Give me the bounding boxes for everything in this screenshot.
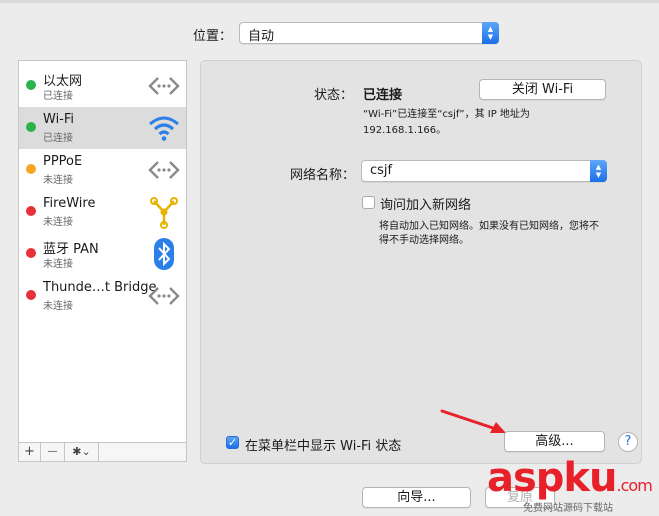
- ask-join-description-2: 得不手动选择网络。: [379, 235, 469, 246]
- service-item[interactable]: 以太网 已连接: [19, 65, 186, 107]
- network-name-label: 网络名称：: [290, 168, 356, 183]
- detail-panel: 状态： 已连接 关闭 Wi-Fi “Wi-Fi”已连接至“csjf”，其 IP …: [200, 60, 642, 464]
- turn-off-wifi-button[interactable]: 关闭 Wi-Fi: [479, 79, 606, 100]
- service-status: 已连接: [43, 133, 73, 144]
- ethernet-arrows-icon: [147, 279, 181, 313]
- popup-stepper-icon: ▲ ▼: [590, 160, 607, 182]
- location-popup[interactable]: 自动 ▲ ▼: [239, 22, 499, 44]
- service-name: FireWire: [43, 196, 96, 211]
- ask-join-label: 询问加入新网络: [380, 198, 472, 213]
- service-status: 未连接: [43, 301, 73, 312]
- site-watermark-logo: aspku.com 免费网站源码下载站: [487, 455, 659, 516]
- remove-service-button[interactable]: —: [41, 443, 65, 461]
- service-list: 以太网 已连接 Wi-Fi 已连接 PPPoE 未连接 FireWire 未连接 蓝牙 PAN 未…: [18, 60, 187, 462]
- status-dot-icon: [26, 164, 36, 174]
- service-item[interactable]: Thunde…t Bridge 未连接: [19, 275, 186, 317]
- status-label: 状态：: [314, 88, 354, 103]
- show-menubar-checkbox[interactable]: ✓: [226, 436, 239, 449]
- firewire-icon: [147, 195, 181, 229]
- show-menubar-label: 在菜单栏中显示 Wi-Fi 状态: [245, 439, 402, 454]
- watermark-subtitle: 免费网站源码下载站: [523, 503, 613, 514]
- help-button[interactable]: ?: [618, 432, 638, 452]
- status-dot-icon: [26, 248, 36, 258]
- bluetooth-icon: [147, 237, 181, 271]
- status-dot-icon: [26, 206, 36, 216]
- gear-menu-button[interactable]: ✱⌄: [65, 443, 99, 461]
- service-list-toolbar: + — ✱⌄: [19, 442, 186, 461]
- service-item[interactable]: FireWire 未连接: [19, 191, 186, 233]
- network-name-popup[interactable]: csjf ▲ ▼: [361, 160, 607, 182]
- ethernet-arrows-icon: [147, 153, 181, 187]
- watermark-dotcom: .com: [616, 476, 653, 495]
- service-status: 未连接: [43, 259, 73, 270]
- service-status: 未连接: [43, 217, 73, 228]
- status-dot-icon: [26, 290, 36, 300]
- status-dot-icon: [26, 80, 36, 90]
- location-value: 自动: [248, 29, 275, 44]
- service-name: PPPoE: [43, 154, 83, 169]
- window-top-edge: [0, 0, 659, 3]
- ask-join-description: 将自动加入已知网络。如果没有已知网络，您将不: [379, 221, 599, 232]
- service-item[interactable]: PPPoE 未连接: [19, 149, 186, 191]
- red-arrow-annotation: [440, 409, 506, 433]
- status-value: 已连接: [363, 88, 403, 103]
- location-label: 位置：: [193, 29, 233, 44]
- status-dot-icon: [26, 122, 36, 132]
- popup-stepper-icon: ▲ ▼: [482, 22, 499, 44]
- add-service-button[interactable]: +: [19, 443, 41, 461]
- ethernet-arrows-icon: [147, 69, 181, 103]
- service-status: 已连接: [43, 91, 73, 102]
- service-item[interactable]: Wi-Fi 已连接: [19, 107, 186, 149]
- network-name-value: csjf: [370, 163, 393, 178]
- wifi-icon: [147, 111, 181, 145]
- advanced-button[interactable]: 高级...: [504, 431, 605, 452]
- service-name: Wi-Fi: [43, 112, 75, 127]
- ask-join-checkbox[interactable]: [362, 196, 375, 209]
- watermark-text: aspku: [487, 455, 618, 501]
- service-name: Thunde…t Bridge: [43, 280, 157, 295]
- assist-me-button[interactable]: 向导...: [362, 487, 471, 508]
- service-status: 未连接: [43, 175, 73, 186]
- ip-address: 192.168.1.166。: [363, 125, 447, 136]
- service-item[interactable]: 蓝牙 PAN 未连接: [19, 233, 186, 275]
- status-description: “Wi-Fi”已连接至“csjf”，其 IP 地址为: [363, 109, 530, 120]
